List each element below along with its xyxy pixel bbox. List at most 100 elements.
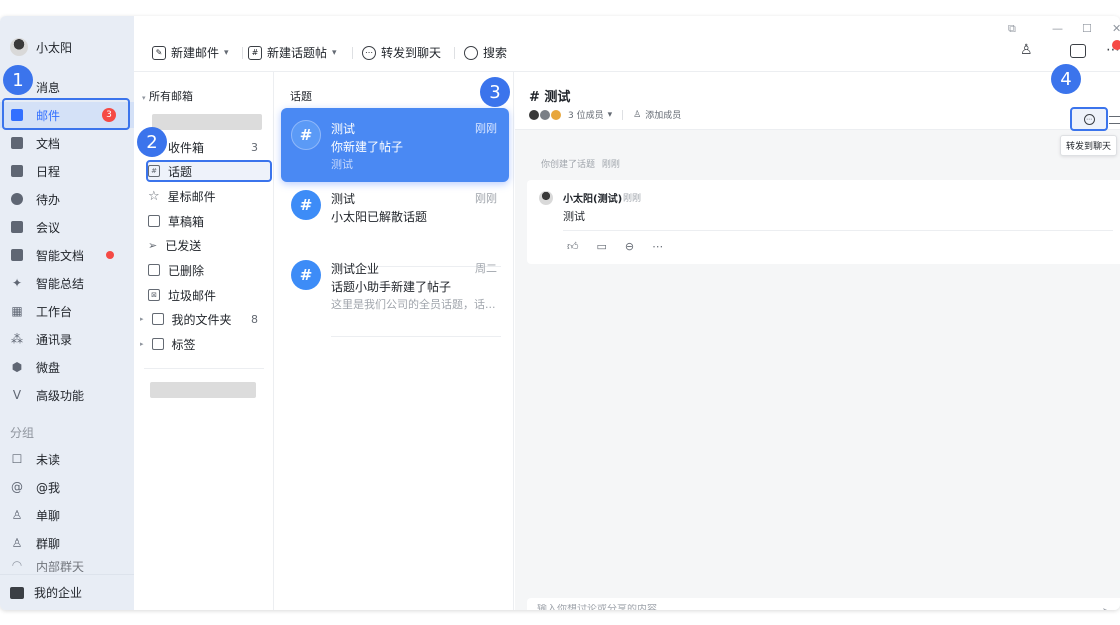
account-bar-2[interactable] bbox=[150, 382, 256, 398]
folder-sent[interactable]: ➢ 已发送 bbox=[148, 234, 272, 256]
nav-group-at-me[interactable]: @ @我 bbox=[0, 474, 134, 500]
detail-header: # 测试 3 位成员 ▾ ♙ 添加成员 ⋯ bbox=[515, 72, 1120, 131]
group-title: 分组 bbox=[10, 426, 35, 440]
nav-item-smart-summary[interactable]: ✦ 智能总结 bbox=[0, 270, 134, 296]
divider bbox=[563, 230, 1113, 231]
todo-icon bbox=[10, 192, 24, 206]
nav-item-advanced[interactable]: V 高级功能 bbox=[0, 382, 134, 408]
menu-icon[interactable] bbox=[1109, 116, 1120, 124]
single-chat-icon: ♙ bbox=[11, 508, 23, 522]
send-icon[interactable]: ➤ bbox=[1102, 605, 1111, 610]
topic-meta: 3 位成员 ▾ ♙ 添加成员 bbox=[529, 108, 681, 121]
forward-chat-icon: ⋯ bbox=[362, 45, 376, 60]
enterprise-icon bbox=[10, 586, 24, 599]
nav-item-docs[interactable]: 文档 bbox=[0, 130, 134, 156]
nav-item-todo[interactable]: 待办 bbox=[0, 186, 134, 212]
new-mail-button[interactable]: ✎ 新建邮件 ▾ bbox=[152, 44, 229, 61]
folder-icon bbox=[151, 313, 164, 325]
forward-to-chat-button[interactable]: ⋯ bbox=[1070, 107, 1108, 131]
caret-right-icon: ▸ bbox=[140, 315, 144, 323]
user-profile[interactable]: 小太阳 bbox=[10, 38, 72, 56]
message-input-box: ➤ bbox=[527, 598, 1120, 610]
avatar[interactable] bbox=[539, 191, 553, 205]
new-topic-button[interactable]: # 新建话题帖 ▾ bbox=[248, 44, 337, 61]
nav-item-smart-doc[interactable]: 智能文档 bbox=[0, 242, 134, 268]
nav-group-internal[interactable]: ◠ 内部群天 bbox=[0, 558, 134, 572]
nav-item-meeting[interactable]: 会议 bbox=[0, 214, 134, 240]
post-author[interactable]: 小太阳(测试) bbox=[563, 190, 622, 205]
nav-group-unread[interactable]: ☐ 未读 bbox=[0, 446, 134, 472]
divider bbox=[352, 47, 353, 59]
add-member-icon: ♙ bbox=[633, 109, 642, 120]
post-body: 测试 bbox=[563, 210, 585, 223]
layout-icon[interactable] bbox=[1070, 44, 1086, 58]
all-mailboxes-header[interactable]: ▾ 所有邮箱 bbox=[142, 88, 193, 104]
step-marker-4: 4 bbox=[1051, 64, 1081, 94]
folder-drafts[interactable]: 草稿箱 bbox=[148, 210, 272, 232]
folder-deleted[interactable]: 已删除 bbox=[148, 259, 272, 281]
folder-starred[interactable]: ☆ 星标邮件 bbox=[148, 185, 272, 207]
topic-detail: # 测试 3 位成员 ▾ ♙ 添加成员 ⋯ 转发到聊天 你创建了话题 刚刚 小太… bbox=[515, 72, 1120, 610]
tag-icon bbox=[151, 338, 164, 350]
minimize-icon[interactable]: — bbox=[1052, 22, 1063, 35]
message-input[interactable] bbox=[537, 604, 1077, 610]
draft-icon bbox=[148, 215, 160, 227]
folder-my-folders[interactable]: ▸ 我的文件夹 8 bbox=[140, 308, 272, 330]
contacts-icon: ⁂ bbox=[11, 332, 23, 346]
member-avatar bbox=[529, 109, 539, 120]
close-icon[interactable]: ✕ bbox=[1112, 22, 1120, 35]
topic-card[interactable]: # 测试 刚刚 你新建了帖子 测试 bbox=[281, 108, 509, 182]
topic-card[interactable]: # 测试 刚刚 小太阳已解散话题 bbox=[281, 178, 509, 252]
search-icon bbox=[464, 45, 478, 60]
search-button[interactable]: 搜索 bbox=[464, 44, 507, 61]
toolbar: ✎ 新建邮件 ▾ # 新建话题帖 ▾ ⋯ 转发到聊天 搜索 ⧉ — ☐ ✕ ♙ … bbox=[134, 16, 1120, 72]
chevron-down-icon[interactable]: ▾ bbox=[332, 48, 337, 58]
advanced-icon: V bbox=[12, 388, 22, 402]
compose-icon: ✎ bbox=[152, 45, 166, 60]
more-icon[interactable]: ⋯ bbox=[652, 240, 663, 253]
contact-card-icon[interactable]: ♙ bbox=[1020, 42, 1033, 58]
members-count[interactable]: 3 位成员 bbox=[568, 108, 604, 121]
nav-item-calendar[interactable]: 日程 bbox=[0, 158, 134, 184]
highlight-mail bbox=[2, 98, 130, 130]
chevron-down-icon[interactable]: ▾ bbox=[224, 48, 229, 58]
system-message: 你创建了话题 刚刚 bbox=[541, 160, 620, 170]
nav-item-workbench[interactable]: ▦ 工作台 bbox=[0, 298, 134, 324]
my-enterprise[interactable]: 我的企业 bbox=[0, 574, 134, 610]
maximize-icon[interactable]: ☐ bbox=[1082, 22, 1092, 35]
step-marker-2: 2 bbox=[137, 127, 167, 157]
internal-icon: ◠ bbox=[11, 558, 23, 572]
forward-to-chat-button[interactable]: ⋯ 转发到聊天 bbox=[362, 44, 441, 61]
doc-icon bbox=[10, 136, 24, 150]
app-window: 小太阳 消息 邮件 3 文档 日程 待办 会议 智能文档 ✦ 智能总结 ▦ 工作… bbox=[0, 16, 1120, 610]
tooltip: 转发到聊天 bbox=[1060, 135, 1118, 156]
folder-spam[interactable]: ⊠ 垃圾邮件 bbox=[148, 284, 272, 306]
divider bbox=[454, 47, 455, 59]
like-icon[interactable]: 👍︎ bbox=[567, 240, 579, 253]
notification-badge bbox=[1112, 40, 1120, 50]
topic-list-header: 话题 bbox=[290, 90, 312, 103]
nav-group-group-chat[interactable]: ♙ 群聊 bbox=[0, 530, 134, 556]
topic-card[interactable]: # 测试企业 周二 话题小助手新建了帖子 这里是我们公司的全员话题，话... bbox=[281, 248, 509, 322]
nav-item-drive[interactable]: ⬢ 微盘 bbox=[0, 354, 134, 380]
member-avatar bbox=[551, 109, 561, 120]
comment-icon[interactable]: ▭ bbox=[597, 240, 607, 253]
at-icon: @ bbox=[11, 480, 23, 494]
chevron-down-icon[interactable]: ▾ bbox=[608, 110, 613, 120]
divider bbox=[242, 47, 243, 59]
star-icon: ☆ bbox=[148, 188, 160, 204]
smart-doc-icon bbox=[10, 248, 24, 262]
post-actions: 👍︎ ▭ ⊖ ⋯ bbox=[567, 240, 663, 253]
folder-topics[interactable]: # 话题 bbox=[146, 160, 272, 182]
pin-window-icon[interactable]: ⧉ bbox=[1008, 22, 1016, 36]
account-bar[interactable] bbox=[152, 114, 262, 130]
forward-icon[interactable]: ⊖ bbox=[625, 240, 634, 253]
sent-icon: ➢ bbox=[148, 238, 158, 252]
step-marker-1: 1 bbox=[3, 65, 33, 95]
add-member-button[interactable]: 添加成员 bbox=[645, 108, 681, 121]
caret-down-icon: ▾ bbox=[142, 94, 146, 102]
avatar[interactable] bbox=[10, 38, 28, 56]
folder-tags[interactable]: ▸ 标签 bbox=[140, 333, 272, 355]
nav-group-single-chat[interactable]: ♙ 单聊 bbox=[0, 502, 134, 528]
nav-item-contacts[interactable]: ⁂ 通讯录 bbox=[0, 326, 134, 352]
